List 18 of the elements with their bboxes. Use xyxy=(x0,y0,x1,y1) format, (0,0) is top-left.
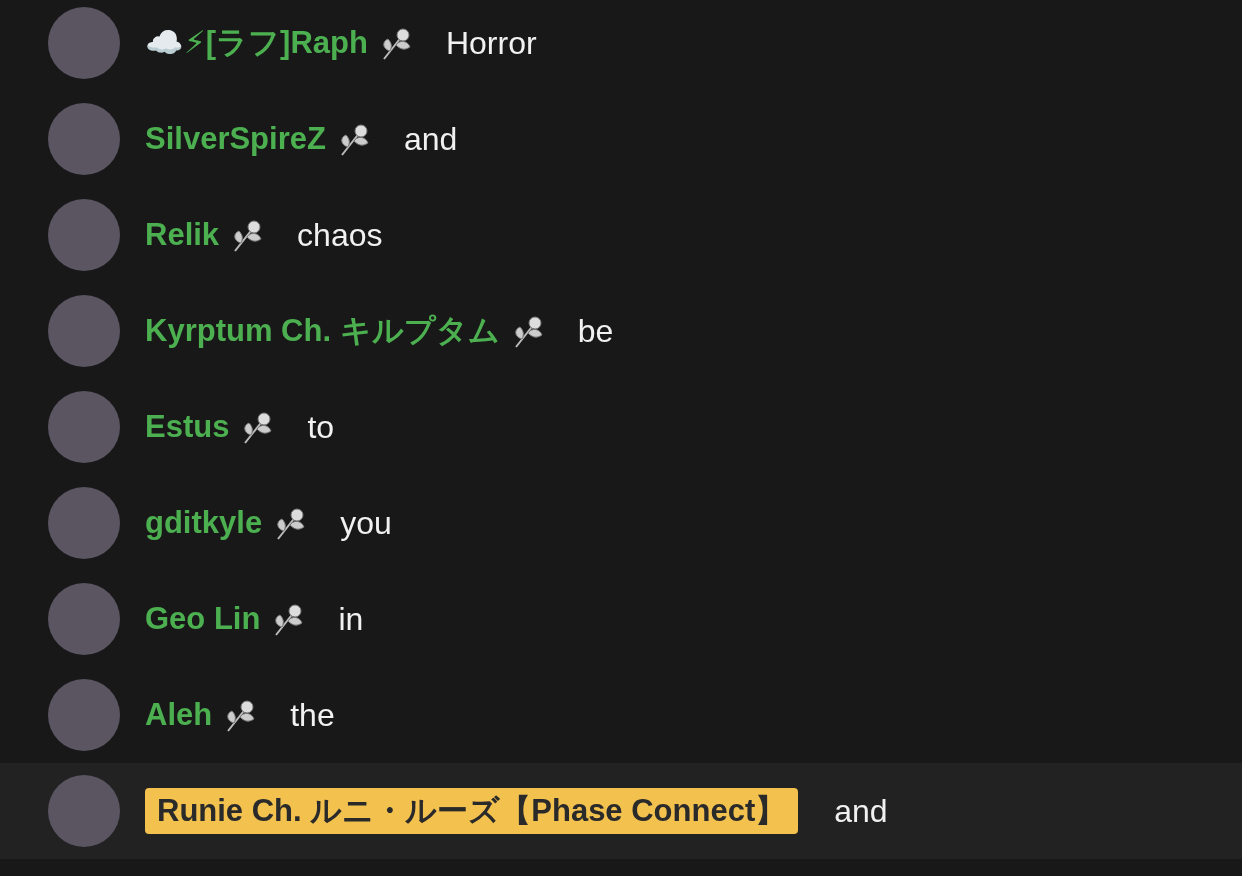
message-text: you xyxy=(340,504,392,542)
message-text: to xyxy=(307,408,335,446)
author-name: Estus xyxy=(145,409,230,445)
message-text: Horror xyxy=(445,24,537,62)
author-name: Relik xyxy=(145,217,220,253)
message-text: chaos xyxy=(297,216,383,254)
author-name: Kyrptum Ch. キルプタム xyxy=(145,312,500,350)
message-text: and xyxy=(403,120,458,158)
message-text: be xyxy=(577,312,614,350)
message-text: the xyxy=(290,696,335,734)
author-name: SilverSpireZ xyxy=(145,121,326,157)
author-name: gditkyle xyxy=(145,505,263,541)
message-text: and xyxy=(834,792,888,830)
author-name: ☁⚡[ラフ]Raph xyxy=(145,24,368,62)
author-name: Runie Ch. ルニ・ルーズ【Phase Connect】 xyxy=(145,788,799,834)
message-text: in xyxy=(338,600,364,638)
author-name: Geo Lin xyxy=(145,601,261,637)
author-name: Aleh xyxy=(145,697,213,733)
